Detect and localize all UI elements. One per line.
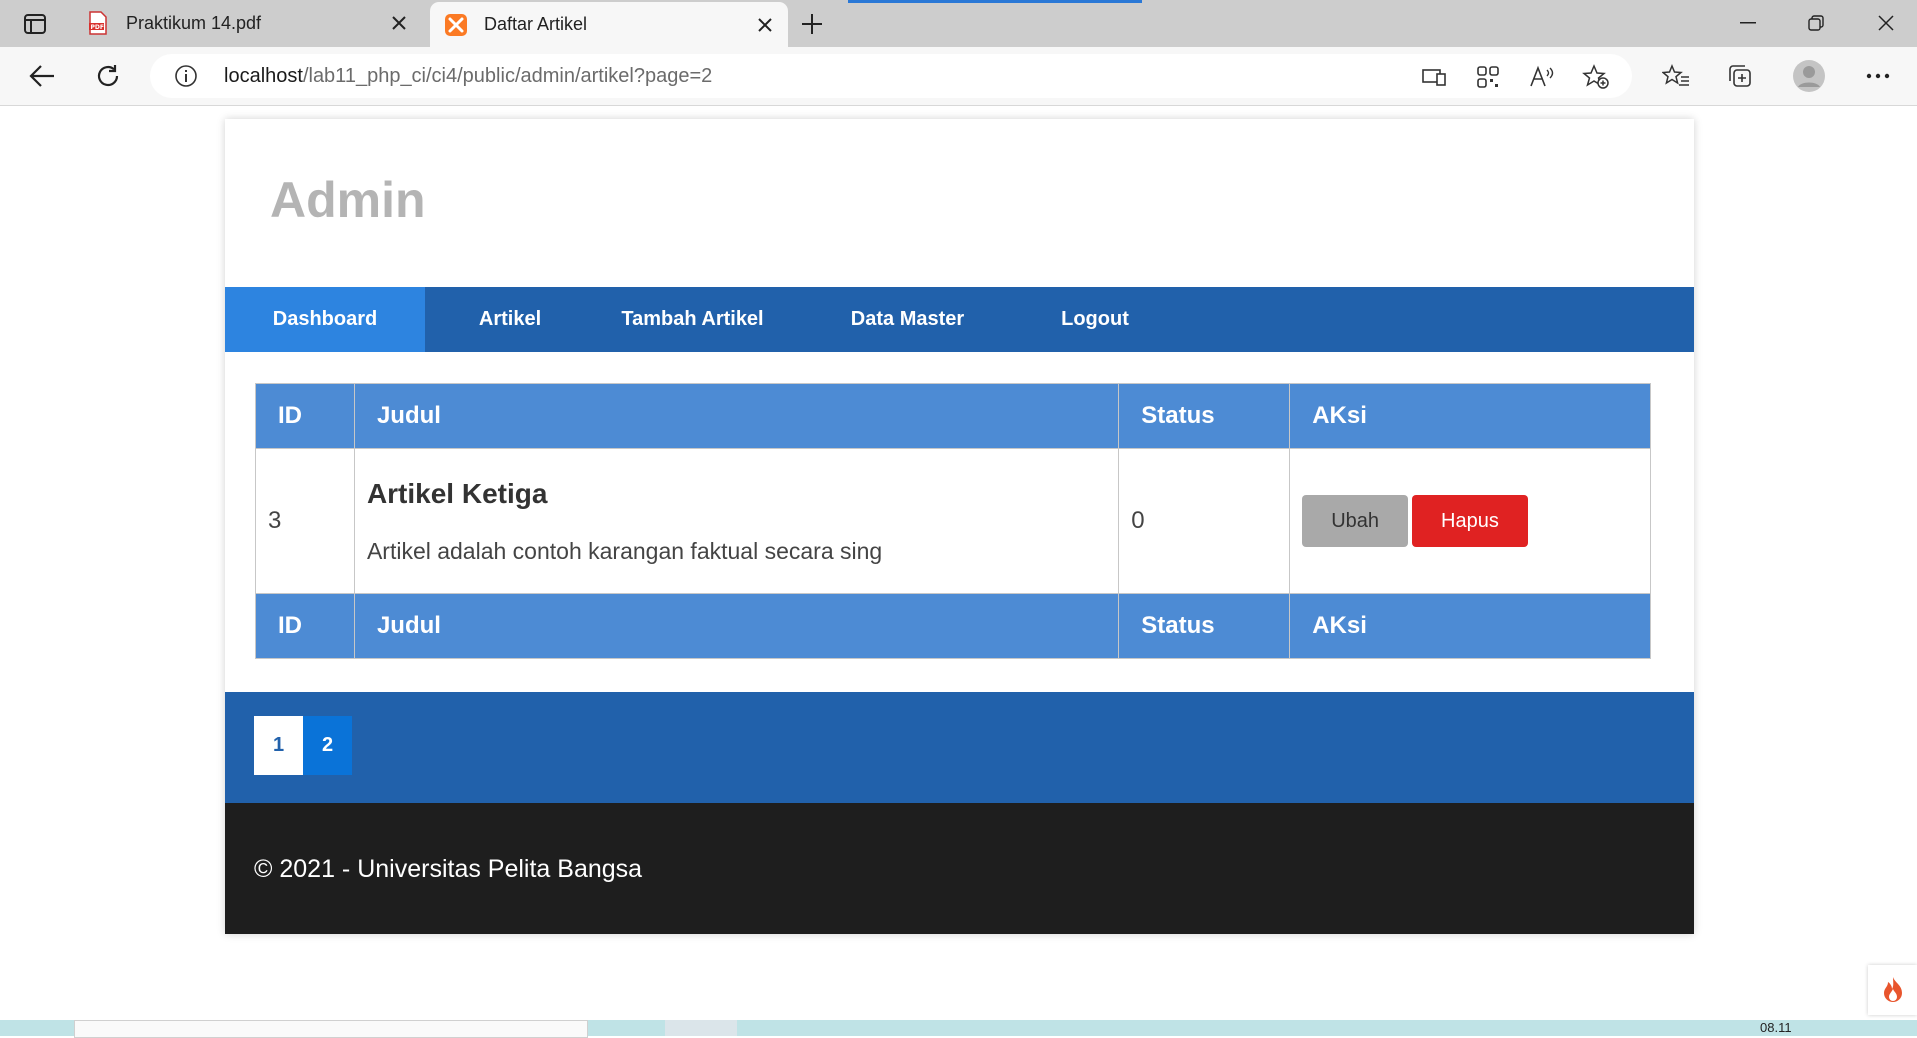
- close-window-button[interactable]: [1866, 8, 1906, 38]
- table-footer-row: ID Judul Status AKsi: [255, 593, 1651, 659]
- tab-loading-indicator: [848, 0, 1142, 3]
- pdf-icon: PDF: [86, 11, 110, 35]
- nav-item-dashboard[interactable]: Dashboard: [225, 287, 425, 352]
- collections-icon: [1729, 65, 1751, 87]
- url-text[interactable]: localhost/lab11_php_ci/ci4/public/admin/…: [224, 65, 712, 88]
- page-container: Admin Dashboard Artikel Tambah Artikel D…: [225, 119, 1694, 934]
- page-link-2[interactable]: 2: [303, 716, 352, 775]
- new-tab-button[interactable]: [796, 8, 828, 40]
- url-path: /lab11_php_ci/ci4/public/admin/artikel?p…: [302, 65, 713, 87]
- site-header: Admin: [225, 119, 1694, 287]
- browser-tab-bar: PDF Praktikum 14.pdf Daftar Artikel: [0, 0, 1917, 47]
- floating-toolbar-button[interactable]: [1868, 965, 1917, 1015]
- site-footer: © 2021 - Universitas Pelita Bangsa: [225, 803, 1694, 934]
- tab-actions-menu-button[interactable]: [18, 10, 52, 38]
- main-nav: Dashboard Artikel Tambah Artikel Data Ma…: [225, 287, 1694, 352]
- restore-icon: [1808, 15, 1824, 31]
- delete-button[interactable]: Hapus: [1412, 495, 1528, 547]
- app-available-icon[interactable]: [1420, 63, 1448, 91]
- edit-button[interactable]: Ubah: [1302, 495, 1409, 547]
- cell-status: 0: [1118, 448, 1291, 594]
- nav-item-logout[interactable]: Logout: [1025, 287, 1165, 352]
- column-footer-aksi: AKsi: [1289, 593, 1651, 659]
- cell-actions: Ubah Hapus: [1289, 448, 1651, 594]
- table-header-row: ID Judul Status AKsi: [255, 383, 1651, 449]
- article-excerpt: Artikel adalah contoh karangan faktual s…: [366, 537, 883, 564]
- favorites-icon: [1662, 64, 1689, 86]
- collections-button[interactable]: [1722, 58, 1758, 94]
- os-taskbar: 08.11: [0, 1020, 1917, 1038]
- settings-menu-button[interactable]: [1860, 58, 1896, 94]
- qr-code-icon[interactable]: [1474, 63, 1502, 91]
- column-footer-id: ID: [255, 593, 355, 659]
- page-title: Admin: [270, 172, 426, 228]
- taskbar-app-icons[interactable]: [665, 1020, 737, 1036]
- plus-icon: [802, 14, 822, 34]
- add-favorite-icon[interactable]: [1582, 63, 1610, 91]
- column-footer-status: Status: [1118, 593, 1291, 659]
- article-title: Artikel Ketiga: [366, 477, 548, 509]
- cell-id: 3: [255, 448, 355, 594]
- close-tab-icon[interactable]: [752, 12, 778, 38]
- nav-item-artikel[interactable]: Artikel: [425, 287, 595, 352]
- column-footer-judul: Judul: [353, 593, 1120, 659]
- footer-copyright: © 2021 - Universitas Pelita Bangsa: [254, 855, 643, 883]
- refresh-icon: [97, 65, 119, 87]
- minimize-icon: [1740, 22, 1756, 24]
- nav-item-tambah-artikel[interactable]: Tambah Artikel: [595, 287, 790, 352]
- profile-button[interactable]: [1791, 58, 1827, 94]
- info-icon[interactable]: [174, 64, 198, 88]
- column-header-id: ID: [255, 383, 355, 449]
- taskbar-search[interactable]: [74, 1020, 588, 1038]
- table-row: 3 Artikel Ketiga Artikel adalah contoh k…: [255, 448, 1651, 594]
- browser-tab-daftar-artikel[interactable]: Daftar Artikel: [430, 2, 788, 47]
- address-bar[interactable]: localhost/lab11_php_ci/ci4/public/admin/…: [150, 54, 1632, 98]
- column-header-judul: Judul: [353, 383, 1120, 449]
- page-link-1[interactable]: 1: [254, 716, 303, 775]
- nav-item-data-master[interactable]: Data Master: [790, 287, 1025, 352]
- column-header-status: Status: [1118, 383, 1291, 449]
- svg-text:PDF: PDF: [91, 24, 104, 31]
- taskbar-clock: 08.11: [1760, 1020, 1792, 1035]
- tab-title: Praktikum 14.pdf: [126, 13, 262, 33]
- xampp-icon: [444, 13, 468, 37]
- restore-button[interactable]: [1796, 8, 1836, 38]
- cell-judul: Artikel Ketiga Artikel adalah contoh kar…: [353, 448, 1120, 594]
- browser-tab-praktikum[interactable]: PDF Praktikum 14.pdf: [72, 0, 422, 47]
- close-icon: [1878, 15, 1894, 31]
- favorites-button[interactable]: [1658, 58, 1694, 94]
- pagination-bar: 1 2: [225, 692, 1694, 803]
- article-table: ID Judul Status AKsi 3 Artikel Ketiga Ar…: [255, 383, 1651, 659]
- refresh-button[interactable]: [90, 58, 126, 94]
- more-icon: [1866, 73, 1890, 79]
- read-aloud-icon[interactable]: [1528, 63, 1556, 91]
- arrow-left-icon: [29, 65, 54, 87]
- minimize-button[interactable]: [1728, 8, 1768, 38]
- url-host: localhost: [224, 65, 303, 87]
- avatar-icon: [1793, 60, 1825, 92]
- tab-title: Daftar Artikel: [484, 14, 588, 34]
- back-button[interactable]: [24, 58, 60, 94]
- tab-actions-icon: [24, 14, 46, 34]
- browser-toolbar: localhost/lab11_php_ci/ci4/public/admin/…: [0, 47, 1917, 106]
- column-header-aksi: AKsi: [1289, 383, 1651, 449]
- flame-icon: [1883, 977, 1902, 1002]
- close-tab-icon[interactable]: [386, 10, 412, 36]
- tab-divider: [356, 0, 358, 3]
